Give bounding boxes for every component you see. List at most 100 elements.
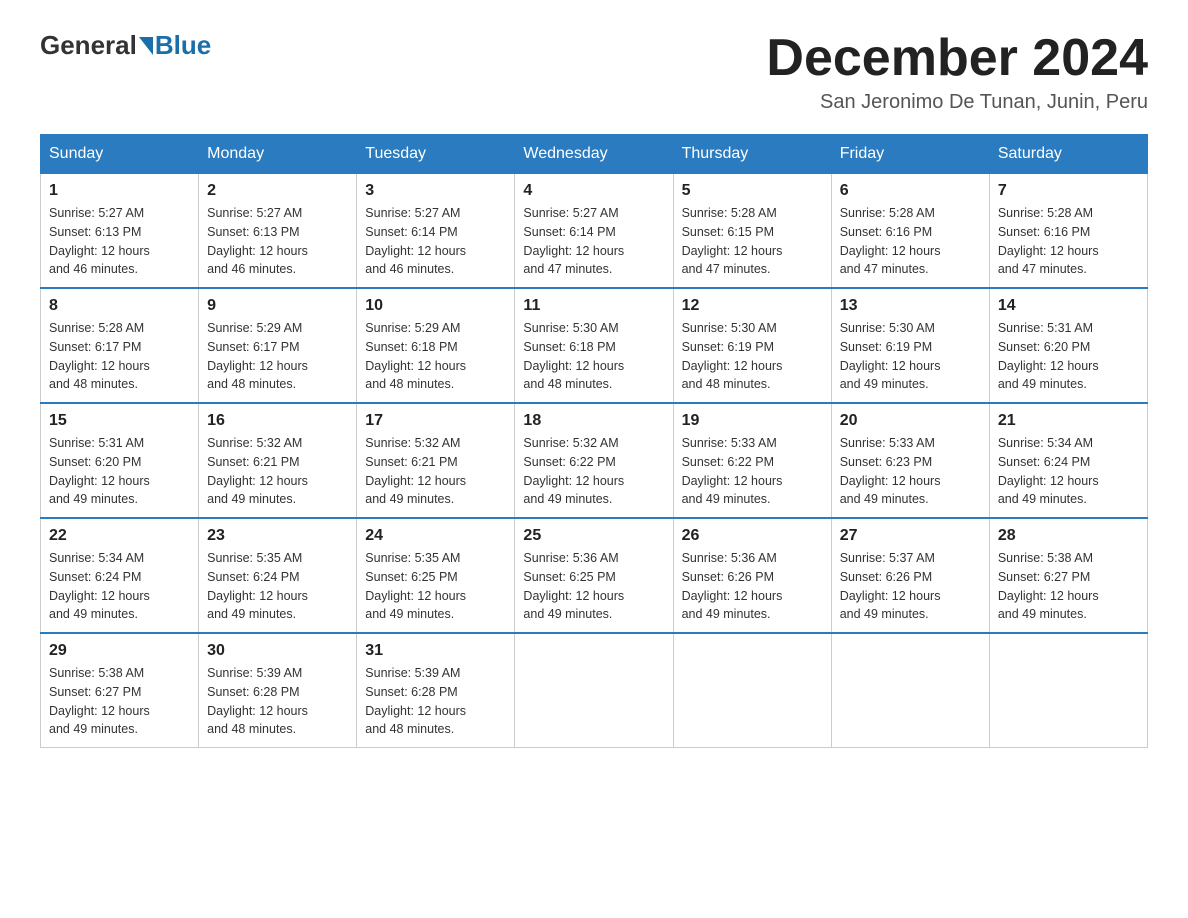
calendar-cell: 4Sunrise: 5:27 AMSunset: 6:14 PMDaylight… bbox=[515, 174, 673, 289]
col-header-wednesday: Wednesday bbox=[515, 135, 673, 174]
day-info: Sunrise: 5:27 AMSunset: 6:14 PMDaylight:… bbox=[365, 204, 506, 279]
day-number: 7 bbox=[998, 182, 1139, 200]
day-info: Sunrise: 5:36 AMSunset: 6:26 PMDaylight:… bbox=[682, 549, 823, 624]
day-number: 4 bbox=[523, 182, 664, 200]
day-number: 10 bbox=[365, 297, 506, 315]
calendar-week-row: 29 Sunrise: 5:38 AMSunset: 6:27 PMDayligh… bbox=[41, 633, 1148, 748]
calendar-cell: 11 Sunrise: 5:30 AMSunset: 6:18 PMDayligh… bbox=[515, 288, 673, 403]
day-info: Sunrise: 5:32 AMSunset: 6:21 PMDaylight:… bbox=[365, 434, 506, 509]
day-number: 9 bbox=[207, 297, 348, 315]
calendar-cell: 18 Sunrise: 5:32 AMSunset: 6:22 PMDayligh… bbox=[515, 403, 673, 518]
calendar-cell: 21 Sunrise: 5:34 AMSunset: 6:24 PMDayligh… bbox=[989, 403, 1147, 518]
col-header-friday: Friday bbox=[831, 135, 989, 174]
calendar-cell bbox=[831, 633, 989, 748]
day-info: Sunrise: 5:30 AMSunset: 6:19 PMDaylight:… bbox=[840, 319, 981, 394]
day-number: 26 bbox=[682, 527, 823, 545]
day-info: Sunrise: 5:38 AMSunset: 6:27 PMDaylight:… bbox=[998, 549, 1139, 624]
col-header-monday: Monday bbox=[199, 135, 357, 174]
day-info: Sunrise: 5:39 AMSunset: 6:28 PMDaylight:… bbox=[365, 664, 506, 739]
day-info: Sunrise: 5:28 AMSunset: 6:16 PMDaylight:… bbox=[840, 204, 981, 279]
calendar-cell: 13 Sunrise: 5:30 AMSunset: 6:19 PMDayligh… bbox=[831, 288, 989, 403]
day-number: 18 bbox=[523, 412, 664, 430]
calendar-cell: 16Sunrise: 5:32 AMSunset: 6:21 PMDayligh… bbox=[199, 403, 357, 518]
month-title: December 2024 bbox=[766, 30, 1148, 87]
calendar-cell: 10Sunrise: 5:29 AMSunset: 6:18 PMDayligh… bbox=[357, 288, 515, 403]
day-number: 23 bbox=[207, 527, 348, 545]
day-number: 21 bbox=[998, 412, 1139, 430]
calendar-cell: 17Sunrise: 5:32 AMSunset: 6:21 PMDayligh… bbox=[357, 403, 515, 518]
day-number: 6 bbox=[840, 182, 981, 200]
calendar-cell: 26 Sunrise: 5:36 AMSunset: 6:26 PMDayligh… bbox=[673, 518, 831, 633]
calendar-cell: 22 Sunrise: 5:34 AMSunset: 6:24 PMDayligh… bbox=[41, 518, 199, 633]
title-section: December 2024 San Jeronimo De Tunan, Jun… bbox=[766, 30, 1148, 114]
day-number: 3 bbox=[365, 182, 506, 200]
calendar-week-row: 22 Sunrise: 5:34 AMSunset: 6:24 PMDayligh… bbox=[41, 518, 1148, 633]
day-info: Sunrise: 5:30 AMSunset: 6:18 PMDaylight:… bbox=[523, 319, 664, 394]
day-info: Sunrise: 5:32 AMSunset: 6:22 PMDaylight:… bbox=[523, 434, 664, 509]
logo-triangle-icon bbox=[139, 37, 153, 55]
calendar-table: SundayMondayTuesdayWednesdayThursdayFrid… bbox=[40, 134, 1148, 748]
day-info: Sunrise: 5:31 AMSunset: 6:20 PMDaylight:… bbox=[49, 434, 190, 509]
logo: General Blue bbox=[40, 30, 211, 61]
calendar-cell: 20Sunrise: 5:33 AMSunset: 6:23 PMDayligh… bbox=[831, 403, 989, 518]
calendar-cell bbox=[515, 633, 673, 748]
calendar-cell: 31 Sunrise: 5:39 AMSunset: 6:28 PMDayligh… bbox=[357, 633, 515, 748]
day-number: 30 bbox=[207, 642, 348, 660]
calendar-cell: 1 Sunrise: 5:27 AMSunset: 6:13 PMDaylight… bbox=[41, 174, 199, 289]
day-number: 11 bbox=[523, 297, 664, 315]
day-info: Sunrise: 5:28 AMSunset: 6:15 PMDaylight:… bbox=[682, 204, 823, 279]
day-info: Sunrise: 5:33 AMSunset: 6:22 PMDaylight:… bbox=[682, 434, 823, 509]
day-number: 2 bbox=[207, 182, 348, 200]
day-info: Sunrise: 5:29 AMSunset: 6:17 PMDaylight:… bbox=[207, 319, 348, 394]
calendar-cell: 25 Sunrise: 5:36 AMSunset: 6:25 PMDayligh… bbox=[515, 518, 673, 633]
day-number: 24 bbox=[365, 527, 506, 545]
day-info: Sunrise: 5:39 AMSunset: 6:28 PMDaylight:… bbox=[207, 664, 348, 739]
calendar-cell: 14Sunrise: 5:31 AMSunset: 6:20 PMDayligh… bbox=[989, 288, 1147, 403]
calendar-cell: 27 Sunrise: 5:37 AMSunset: 6:26 PMDayligh… bbox=[831, 518, 989, 633]
day-info: Sunrise: 5:34 AMSunset: 6:24 PMDaylight:… bbox=[49, 549, 190, 624]
day-info: Sunrise: 5:28 AMSunset: 6:16 PMDaylight:… bbox=[998, 204, 1139, 279]
day-number: 13 bbox=[840, 297, 981, 315]
calendar-cell: 29 Sunrise: 5:38 AMSunset: 6:27 PMDayligh… bbox=[41, 633, 199, 748]
calendar-cell: 24 Sunrise: 5:35 AMSunset: 6:25 PMDayligh… bbox=[357, 518, 515, 633]
day-info: Sunrise: 5:38 AMSunset: 6:27 PMDaylight:… bbox=[49, 664, 190, 739]
logo-general-text: General bbox=[40, 30, 137, 61]
day-info: Sunrise: 5:35 AMSunset: 6:24 PMDaylight:… bbox=[207, 549, 348, 624]
day-number: 5 bbox=[682, 182, 823, 200]
calendar-cell: 7 Sunrise: 5:28 AMSunset: 6:16 PMDaylight… bbox=[989, 174, 1147, 289]
day-info: Sunrise: 5:30 AMSunset: 6:19 PMDaylight:… bbox=[682, 319, 823, 394]
calendar-cell: 5 Sunrise: 5:28 AMSunset: 6:15 PMDaylight… bbox=[673, 174, 831, 289]
day-info: Sunrise: 5:27 AMSunset: 6:13 PMDaylight:… bbox=[207, 204, 348, 279]
calendar-cell bbox=[989, 633, 1147, 748]
day-number: 16 bbox=[207, 412, 348, 430]
day-number: 28 bbox=[998, 527, 1139, 545]
day-number: 27 bbox=[840, 527, 981, 545]
calendar-header-row: SundayMondayTuesdayWednesdayThursdayFrid… bbox=[41, 135, 1148, 174]
day-number: 29 bbox=[49, 642, 190, 660]
calendar-cell: 30 Sunrise: 5:39 AMSunset: 6:28 PMDayligh… bbox=[199, 633, 357, 748]
day-number: 19 bbox=[682, 412, 823, 430]
day-number: 25 bbox=[523, 527, 664, 545]
col-header-tuesday: Tuesday bbox=[357, 135, 515, 174]
day-number: 1 bbox=[49, 182, 190, 200]
day-number: 20 bbox=[840, 412, 981, 430]
day-info: Sunrise: 5:34 AMSunset: 6:24 PMDaylight:… bbox=[998, 434, 1139, 509]
calendar-cell: 2 Sunrise: 5:27 AMSunset: 6:13 PMDaylight… bbox=[199, 174, 357, 289]
calendar-cell: 28 Sunrise: 5:38 AMSunset: 6:27 PMDayligh… bbox=[989, 518, 1147, 633]
col-header-saturday: Saturday bbox=[989, 135, 1147, 174]
col-header-sunday: Sunday bbox=[41, 135, 199, 174]
day-number: 15 bbox=[49, 412, 190, 430]
day-number: 22 bbox=[49, 527, 190, 545]
day-number: 12 bbox=[682, 297, 823, 315]
calendar-cell: 19 Sunrise: 5:33 AMSunset: 6:22 PMDayligh… bbox=[673, 403, 831, 518]
col-header-thursday: Thursday bbox=[673, 135, 831, 174]
day-info: Sunrise: 5:35 AMSunset: 6:25 PMDaylight:… bbox=[365, 549, 506, 624]
day-info: Sunrise: 5:27 AMSunset: 6:13 PMDaylight:… bbox=[49, 204, 190, 279]
calendar-cell: 15 Sunrise: 5:31 AMSunset: 6:20 PMDayligh… bbox=[41, 403, 199, 518]
day-number: 31 bbox=[365, 642, 506, 660]
calendar-cell: 23 Sunrise: 5:35 AMSunset: 6:24 PMDayligh… bbox=[199, 518, 357, 633]
location-text: San Jeronimo De Tunan, Junin, Peru bbox=[766, 91, 1148, 114]
day-info: Sunrise: 5:36 AMSunset: 6:25 PMDaylight:… bbox=[523, 549, 664, 624]
day-info: Sunrise: 5:37 AMSunset: 6:26 PMDaylight:… bbox=[840, 549, 981, 624]
day-number: 14 bbox=[998, 297, 1139, 315]
